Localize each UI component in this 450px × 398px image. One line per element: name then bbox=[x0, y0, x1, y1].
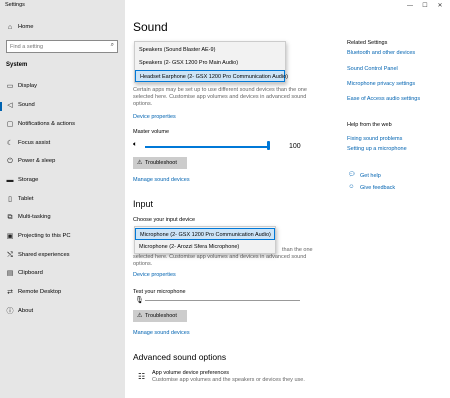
multitasking-icon: ⧉ bbox=[7, 214, 13, 221]
sidebar-item-remote-desktop[interactable]: ⇄ Remote Desktop bbox=[0, 286, 125, 300]
output-option[interactable]: Speakers (2- GSX 1200 Pro Main Audio) bbox=[135, 57, 285, 69]
troubleshoot-button[interactable]: ⚠ Troubleshoot bbox=[133, 157, 187, 169]
input-manage-sound-devices-link[interactable]: Manage sound devices bbox=[133, 330, 190, 336]
related-link-ease-of-access[interactable]: Ease of Access audio settings bbox=[347, 96, 420, 102]
sidebar-item-label: Sound bbox=[18, 102, 35, 108]
input-option-selected[interactable]: Microphone (2- GSX 1200 Pro Communicatio… bbox=[135, 228, 275, 240]
input-description-line3: options. bbox=[133, 261, 153, 267]
related-link-sound-control-panel[interactable]: Sound Control Panel bbox=[347, 66, 398, 72]
troubleshoot-label: Troubleshoot bbox=[145, 313, 177, 319]
sidebar-item-label: Shared experiences bbox=[18, 252, 70, 258]
sidebar-item-display[interactable]: ▭ Display bbox=[0, 80, 125, 94]
input-description-partial: than the one bbox=[282, 247, 313, 253]
output-description: Certain apps may be set up to use differ… bbox=[133, 87, 307, 107]
app-volume-description: Customise app volumes and the speakers o… bbox=[152, 377, 305, 383]
help-link-fixing-sound[interactable]: Fixing sound problems bbox=[347, 136, 402, 142]
page-title: Sound bbox=[133, 20, 168, 34]
search-icon[interactable]: ⌕ bbox=[111, 42, 114, 49]
output-option[interactable]: Speakers (Sound Blaster AE-9) bbox=[135, 44, 285, 56]
power-icon: ⏻ bbox=[7, 158, 13, 165]
display-icon: ▭ bbox=[6, 83, 14, 90]
search-input[interactable] bbox=[10, 43, 102, 51]
related-settings-heading: Related Settings bbox=[347, 40, 388, 46]
sidebar-item-label: Home bbox=[18, 24, 34, 30]
info-icon: ⓘ bbox=[6, 308, 14, 315]
advanced-heading: Advanced sound options bbox=[133, 352, 227, 362]
input-device-properties-link[interactable]: Device properties bbox=[133, 272, 176, 278]
sidebar-item-about[interactable]: ⓘ About bbox=[0, 305, 125, 319]
home-icon: ⌂ bbox=[7, 24, 13, 31]
warning-icon: ⚠ bbox=[137, 160, 143, 166]
remote-desktop-icon: ⇄ bbox=[7, 289, 13, 296]
input-option[interactable]: Microphone (2- Arozzi Sfera Microphone) bbox=[135, 241, 275, 253]
related-link-microphone-privacy[interactable]: Microphone privacy settings bbox=[347, 81, 415, 87]
get-help-link[interactable]: Get help bbox=[360, 173, 381, 179]
input-troubleshoot-button[interactable]: ⚠ Troubleshoot bbox=[133, 310, 187, 322]
main-content: Sound Certain apps may be set up to use … bbox=[125, 0, 450, 398]
sidebar-item-projecting[interactable]: ▣ Projecting to this PC bbox=[0, 230, 125, 244]
output-option-selected[interactable]: Headset Earphone (2- GSX 1200 Pro Commun… bbox=[135, 70, 288, 82]
search-box[interactable]: ⌕ bbox=[6, 40, 118, 53]
sidebar-item-focus-assist[interactable]: ☾ Focus assist bbox=[0, 137, 125, 151]
input-choose-label: Choose your input device bbox=[133, 217, 196, 223]
sidebar-item-label: Display bbox=[18, 83, 38, 89]
sidebar-item-label: Focus assist bbox=[18, 140, 51, 146]
master-volume-value: 100 bbox=[289, 143, 301, 150]
output-device-dropdown[interactable]: Speakers (Sound Blaster AE-9) Speakers (… bbox=[134, 41, 288, 83]
input-description-line2: selected here. Customise app volumes and… bbox=[133, 254, 307, 260]
sidebar-item-home[interactable]: ⌂ Home bbox=[0, 21, 125, 35]
sidebar: Settings ⌂ Home ⌕ System ▭ Display ◁ Sou… bbox=[0, 0, 125, 398]
mic-level-meter bbox=[145, 300, 300, 301]
sidebar-item-label: Notifications & actions bbox=[18, 121, 76, 127]
master-volume-slider-track[interactable] bbox=[145, 146, 269, 148]
storage-icon: ▬ bbox=[6, 177, 14, 184]
get-help-icon[interactable]: 💬︎ bbox=[348, 172, 356, 179]
app-volume-title[interactable]: App volume device preferences bbox=[152, 370, 229, 376]
give-feedback-link[interactable]: Give feedback bbox=[360, 185, 395, 191]
sidebar-item-label: Projecting to this PC bbox=[18, 233, 71, 239]
sidebar-item-multitasking[interactable]: ⧉ Multi-tasking bbox=[0, 211, 125, 225]
window-title: Settings bbox=[5, 2, 25, 8]
sidebar-item-power[interactable]: ⏻ Power & sleep bbox=[0, 155, 125, 169]
warning-icon: ⚠ bbox=[137, 313, 143, 319]
sidebar-item-clipboard[interactable]: ▤ Clipboard bbox=[0, 267, 125, 281]
speaker-icon: ◁ bbox=[7, 102, 13, 109]
sidebar-item-label: Multi-tasking bbox=[18, 214, 51, 220]
sidebar-item-label: About bbox=[18, 308, 34, 314]
volume-icon[interactable]: 🔈︎ bbox=[133, 141, 137, 149]
master-volume-label: Master volume bbox=[133, 129, 170, 135]
clipboard-icon: ▤ bbox=[6, 270, 14, 277]
sidebar-item-label: Tablet bbox=[18, 196, 34, 202]
sliders-icon[interactable]: ☷ bbox=[138, 372, 145, 381]
microphone-icon: 🎙︎ bbox=[135, 297, 144, 304]
sidebar-item-label: Clipboard bbox=[18, 270, 43, 276]
test-mic-label: Test your microphone bbox=[133, 289, 186, 295]
section-label: System bbox=[6, 62, 28, 68]
sidebar-item-notifications[interactable]: ▢ Notifications & actions bbox=[0, 118, 125, 132]
shared-icon: ⤭ bbox=[7, 252, 13, 259]
sidebar-item-storage[interactable]: ▬ Storage bbox=[0, 174, 125, 188]
feedback-icon[interactable]: ☺ bbox=[348, 184, 355, 191]
sidebar-item-shared[interactable]: ⤭ Shared experiences bbox=[0, 249, 125, 263]
sidebar-item-label: Remote Desktop bbox=[18, 289, 62, 295]
sidebar-item-tablet[interactable]: ▯ Tablet bbox=[0, 193, 125, 207]
sidebar-item-label: Power & sleep bbox=[18, 158, 56, 164]
notifications-icon: ▢ bbox=[6, 121, 14, 128]
help-link-setting-up-mic[interactable]: Setting up a microphone bbox=[347, 146, 407, 152]
sidebar-item-sound[interactable]: ◁ Sound bbox=[0, 99, 125, 113]
sidebar-item-label: Storage bbox=[18, 177, 39, 183]
master-volume-slider-thumb[interactable] bbox=[267, 141, 270, 150]
output-device-properties-link[interactable]: Device properties bbox=[133, 114, 176, 120]
troubleshoot-label: Troubleshoot bbox=[145, 160, 177, 166]
help-heading: Help from the web bbox=[347, 122, 392, 128]
projecting-icon: ▣ bbox=[6, 233, 14, 240]
input-device-dropdown[interactable]: Microphone (2- GSX 1200 Pro Communicatio… bbox=[134, 226, 276, 254]
related-link-bluetooth[interactable]: Bluetooth and other devices bbox=[347, 50, 415, 56]
tablet-icon: ▯ bbox=[8, 196, 12, 203]
input-heading: Input bbox=[133, 199, 154, 209]
moon-icon: ☾ bbox=[6, 140, 14, 147]
manage-sound-devices-link[interactable]: Manage sound devices bbox=[133, 177, 190, 183]
